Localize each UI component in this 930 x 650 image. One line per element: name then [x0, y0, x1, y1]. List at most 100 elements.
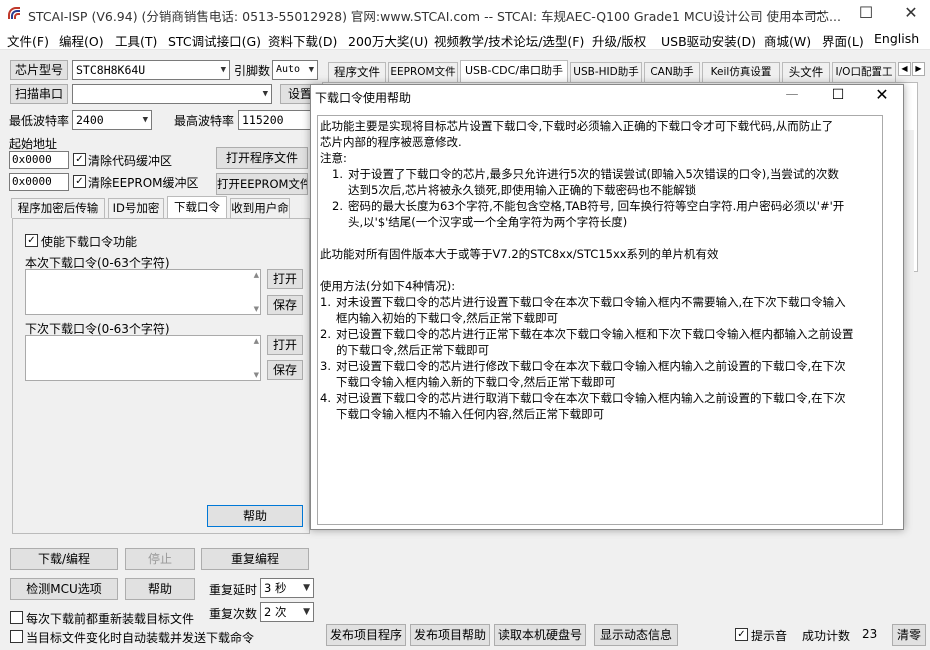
- stop-button[interactable]: 停止: [125, 548, 195, 570]
- save-current-password-button[interactable]: 保存: [267, 295, 303, 315]
- repeat-count-select[interactable]: 2 次 ▼: [260, 602, 314, 622]
- note-1-line-1: 对于设置了下载口令的芯片,最多只允许进行5次的错误尝试(即输入5次错误的口令),…: [348, 167, 839, 181]
- clear-code-checkbox[interactable]: ✓: [73, 153, 86, 166]
- beep-checkbox[interactable]: ✓: [735, 628, 748, 641]
- show-dynamic-info-button[interactable]: 显示动态信息: [594, 624, 678, 646]
- password-help-button[interactable]: 帮助: [207, 505, 303, 527]
- maximize-button[interactable]: ☐: [843, 0, 889, 28]
- chip-model-button[interactable]: 芯片型号: [10, 60, 68, 80]
- menu-usb-driver[interactable]: USB驱动安装(D): [661, 31, 756, 50]
- open-current-password-button[interactable]: 打开: [267, 269, 303, 289]
- current-password-input[interactable]: ▲ ▼: [25, 269, 261, 315]
- scroll-up-icon[interactable]: ▲: [254, 271, 259, 279]
- max-baud-select[interactable]: 115200▼: [238, 110, 320, 130]
- dialog-text-area[interactable]: 此功能主要是实现将目标芯片设置下载口令,下载时必须输入正确的下载口令才可下载代码…: [317, 115, 883, 525]
- min-baud-value: 2400: [76, 113, 104, 127]
- password-help-dialog: 下载口令使用帮助 — ☐ ✕ 此功能主要是实现将目标芯片设置下载口令,下载时必须…: [310, 84, 904, 530]
- note-2-number: 2.: [332, 199, 343, 213]
- tab-usb-cdc[interactable]: USB-CDC/串口助手: [460, 60, 568, 82]
- save-next-password-button[interactable]: 保存: [267, 360, 303, 380]
- auto-load-label: 当目标文件变化时自动装载并发送下载命令: [26, 631, 255, 645]
- download-program-button[interactable]: 下载/编程: [10, 548, 118, 570]
- tab-header-file[interactable]: 头文件: [782, 62, 830, 82]
- open-next-password-button[interactable]: 打开: [267, 335, 303, 355]
- note-2-line-1: 密码的最大长度为63个字符,不能包含空格,TAB符号, 回车换行符等空白字符.用…: [348, 199, 845, 213]
- tab-usb-hid[interactable]: USB-HID助手: [570, 62, 642, 82]
- close-button[interactable]: ✕: [888, 0, 930, 28]
- publish-help-button[interactable]: 发布项目帮助: [410, 624, 490, 646]
- min-baud-label: 最低波特率: [9, 114, 70, 128]
- next-password-input[interactable]: ▲ ▼: [25, 335, 261, 381]
- usage-3-number: 3.: [320, 359, 331, 373]
- usage-4-number: 4.: [320, 391, 331, 405]
- note-1-line-2: 达到5次后,芯片将被永久锁死,即使用输入正确的下载密码也不能解锁: [348, 183, 697, 197]
- clear-eeprom-checkbox[interactable]: ✓: [73, 175, 86, 188]
- code-address-input[interactable]: 0x0000: [9, 151, 69, 169]
- dialog-title: 下载口令使用帮助: [315, 91, 412, 105]
- menu-file[interactable]: 文件(F): [7, 31, 49, 50]
- usage-2-line-2: 的下载口令,然后正常下载即可: [336, 343, 490, 357]
- tab-id-encrypt[interactable]: ID号加密: [108, 198, 164, 218]
- menu-store[interactable]: 商城(W): [764, 31, 811, 50]
- download-password-panel: ✓ 使能下载口令功能 本次下载口令(0-63个字符) ▲ ▼ 打开 保存 下次下…: [12, 218, 310, 534]
- tab-user-command[interactable]: 收到用户命: [230, 198, 290, 218]
- menu-upgrade[interactable]: 升级/版权: [592, 31, 646, 50]
- menu-ui[interactable]: 界面(L): [822, 31, 864, 50]
- chip-model-value: STC8H8K64U: [76, 63, 146, 77]
- port-select[interactable]: ▼: [72, 84, 272, 104]
- enable-password-checkbox[interactable]: ✓: [25, 234, 38, 247]
- tab-keil[interactable]: Keil仿真设置: [702, 62, 780, 82]
- success-count-value: 23: [862, 627, 878, 641]
- minimize-button[interactable]: —: [792, 0, 838, 28]
- clear-count-button[interactable]: 清零: [892, 624, 926, 646]
- tab-eeprom-file[interactable]: EEPROM文件: [388, 62, 458, 82]
- chevron-down-icon: ▼: [262, 89, 268, 99]
- menu-bar: 文件(F) 编程(O) 工具(T) STC调试接口(G) 资料下载(D) 200…: [0, 28, 930, 50]
- dialog-maximize-button[interactable]: ☐: [823, 87, 853, 107]
- usage-3-line-2: 下载口令输入框内输入新的下载口令,然后正常下载即可: [336, 375, 616, 389]
- usage-4-line-1: 对已设置下载口令的芯片进行取消下载口令在本次下载口令输入框内输入之前设置的下载口…: [336, 391, 846, 405]
- help-button[interactable]: 帮助: [125, 578, 195, 600]
- menu-award[interactable]: 200万大奖(U): [348, 31, 428, 50]
- tab-encrypted-transfer[interactable]: 程序加密后传输: [11, 198, 105, 218]
- menu-docs[interactable]: 资料下载(D): [268, 31, 337, 50]
- scroll-down-icon[interactable]: ▼: [254, 305, 259, 313]
- reload-target-checkbox[interactable]: [10, 611, 23, 624]
- read-disk-id-button[interactable]: 读取本机硬盘号: [494, 624, 586, 646]
- tab-download-password[interactable]: 下载口令: [167, 196, 227, 218]
- max-baud-value: 115200: [242, 113, 284, 127]
- eeprom-address-input[interactable]: 0x0000: [9, 173, 69, 191]
- min-baud-select[interactable]: 2400 ▼: [72, 110, 152, 130]
- repeat-delay-label: 重复延时: [209, 583, 258, 597]
- menu-tools[interactable]: 工具(T): [115, 31, 157, 50]
- menu-english[interactable]: English: [874, 31, 919, 46]
- tab-can[interactable]: CAN助手: [644, 62, 700, 82]
- note-1-number: 1.: [332, 167, 343, 181]
- publish-program-button[interactable]: 发布项目程序: [326, 624, 406, 646]
- tab-program-file[interactable]: 程序文件: [328, 62, 386, 82]
- window-title: STCAI-ISP (V6.94) (分销商销售电话: 0513-5501292…: [28, 9, 841, 24]
- scroll-down-icon[interactable]: ▼: [254, 371, 259, 379]
- pin-count-select[interactable]: Auto ▼: [272, 60, 318, 80]
- tab-scroll-left-button[interactable]: ◀: [898, 62, 911, 76]
- intro-line-1: 此功能主要是实现将目标芯片设置下载口令,下载时必须输入正确的下载口令才可下载代码…: [320, 119, 834, 133]
- menu-program[interactable]: 编程(O): [59, 31, 104, 50]
- dialog-minimize-button[interactable]: —: [777, 87, 807, 107]
- open-eeprom-file-button[interactable]: 打开EEPROM文件: [216, 173, 308, 195]
- note-2-line-2: 头,以'$'结尾(一个汉字或一个全角字符为两个字符长度): [348, 215, 628, 229]
- menu-debug[interactable]: STC调试接口(G): [168, 31, 261, 50]
- tab-io-config[interactable]: I/O口配置工: [832, 62, 896, 82]
- chip-model-select[interactable]: STC8H8K64U ▼: [72, 60, 230, 80]
- detect-mcu-button[interactable]: 检测MCU选项: [10, 578, 118, 600]
- scan-port-button[interactable]: 扫描串口: [10, 84, 68, 104]
- repeat-delay-select[interactable]: 3 秒 ▼: [260, 578, 314, 598]
- tab-scroll-right-button[interactable]: ▶: [912, 62, 925, 76]
- pin-count-value: Auto: [276, 64, 301, 75]
- clear-eeprom-label: 清除EEPROM缓冲区: [88, 176, 199, 190]
- auto-load-checkbox[interactable]: [10, 630, 23, 643]
- dialog-close-button[interactable]: ✕: [867, 85, 897, 107]
- repeat-program-button[interactable]: 重复编程: [201, 548, 309, 570]
- open-program-file-button[interactable]: 打开程序文件: [216, 147, 308, 169]
- menu-video[interactable]: 视频教学/技术论坛/选型(F): [434, 31, 584, 50]
- scroll-up-icon[interactable]: ▲: [254, 337, 259, 345]
